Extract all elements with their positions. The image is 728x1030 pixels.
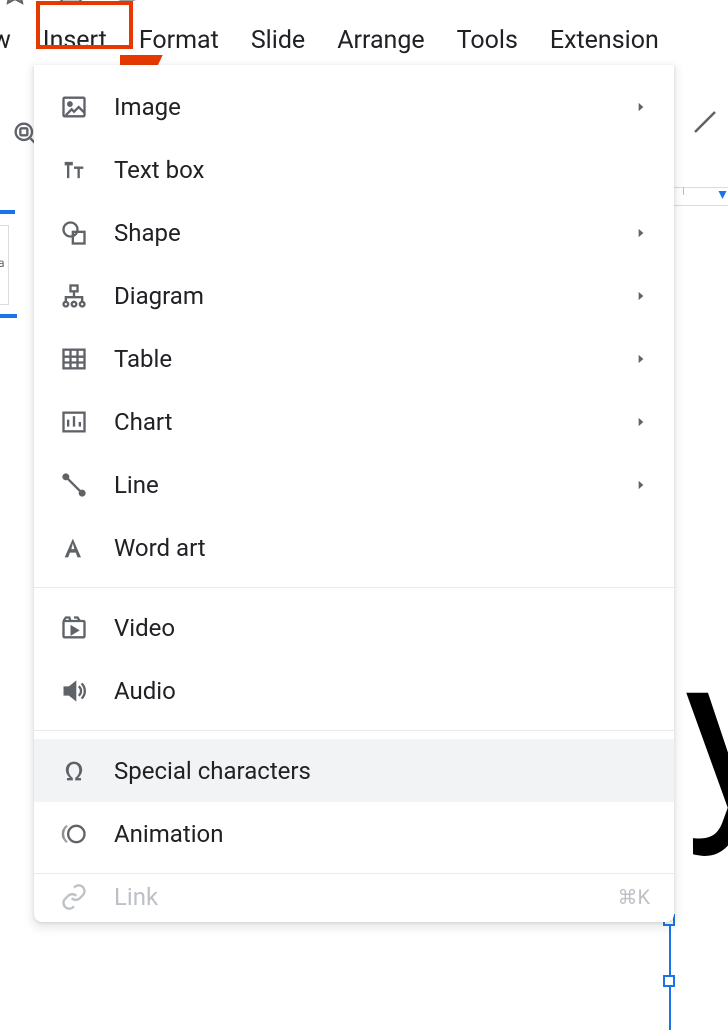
insert-video[interactable]: Video (34, 596, 674, 659)
chart-icon (58, 406, 90, 438)
insert-diagram-label: Diagram (114, 282, 610, 310)
insert-video-label: Video (114, 614, 650, 642)
separator (34, 730, 674, 731)
selection-handles[interactable] (662, 920, 676, 1030)
insert-chart[interactable]: Chart (34, 390, 674, 453)
chevron-right-icon (634, 414, 650, 430)
menu-arrange[interactable]: Arrange (321, 18, 440, 63)
menu-format[interactable]: Format (123, 18, 235, 63)
canvas-text-peek: y (684, 605, 728, 863)
video-icon (58, 612, 90, 644)
separator (34, 873, 674, 874)
animation-icon (58, 818, 90, 850)
menu-extensions[interactable]: Extension (534, 18, 675, 63)
table-icon (58, 343, 90, 375)
insert-line[interactable]: Line (34, 453, 674, 516)
insert-special-characters-label: Special characters (114, 757, 650, 785)
insert-chart-label: Chart (114, 408, 610, 436)
link-icon (58, 882, 90, 912)
menu-item-fragment[interactable]: w (0, 18, 27, 63)
chevron-right-icon (634, 225, 650, 241)
insert-link[interactable]: Link ⌘K (34, 882, 674, 912)
insert-word-art[interactable]: Word art (34, 516, 674, 579)
chevron-right-icon (634, 288, 650, 304)
shape-icon (58, 217, 90, 249)
chevron-right-icon (634, 351, 650, 367)
menu-slide[interactable]: Slide (235, 18, 321, 63)
ruler-fragment (673, 187, 728, 227)
insert-dropdown: Image Text box Shape Diagram (34, 65, 674, 922)
insert-shape[interactable]: Shape (34, 201, 674, 264)
wordart-icon (58, 532, 90, 564)
insert-audio-label: Audio (114, 677, 650, 705)
content-area: a Image Text box Shape (0, 65, 728, 971)
insert-diagram[interactable]: Diagram (34, 264, 674, 327)
shortcut-label: ⌘K (617, 885, 650, 909)
insert-word-art-label: Word art (114, 534, 650, 562)
menu-tools[interactable]: Tools (441, 18, 534, 63)
textbox-icon (58, 154, 90, 186)
insert-text-box-label: Text box (114, 156, 650, 184)
insert-animation-label: Animation (114, 820, 650, 848)
chevron-right-icon (634, 477, 650, 493)
diagram-icon (58, 280, 90, 312)
insert-table-label: Table (114, 345, 610, 373)
insert-image-label: Image (114, 93, 610, 121)
insert-animation[interactable]: Animation (34, 802, 674, 865)
omega-icon (58, 755, 90, 787)
insert-line-label: Line (114, 471, 610, 499)
insert-text-box[interactable]: Text box (34, 138, 674, 201)
insert-table[interactable]: Table (34, 327, 674, 390)
annotation-highlight-insert (36, 1, 133, 49)
insert-image[interactable]: Image (34, 75, 674, 138)
insert-audio[interactable]: Audio (34, 659, 674, 722)
line-tool-icon[interactable] (690, 107, 720, 141)
image-icon (58, 91, 90, 123)
star-outline-icon[interactable] (2, 0, 28, 10)
chevron-right-icon (634, 99, 650, 115)
separator (34, 587, 674, 588)
thumbnail-fragment[interactable]: a (0, 210, 25, 310)
audio-icon (58, 675, 90, 707)
insert-link-label: Link (114, 883, 593, 911)
insert-special-characters[interactable]: Special characters (34, 739, 674, 802)
line-icon (58, 469, 90, 501)
insert-shape-label: Shape (114, 219, 610, 247)
